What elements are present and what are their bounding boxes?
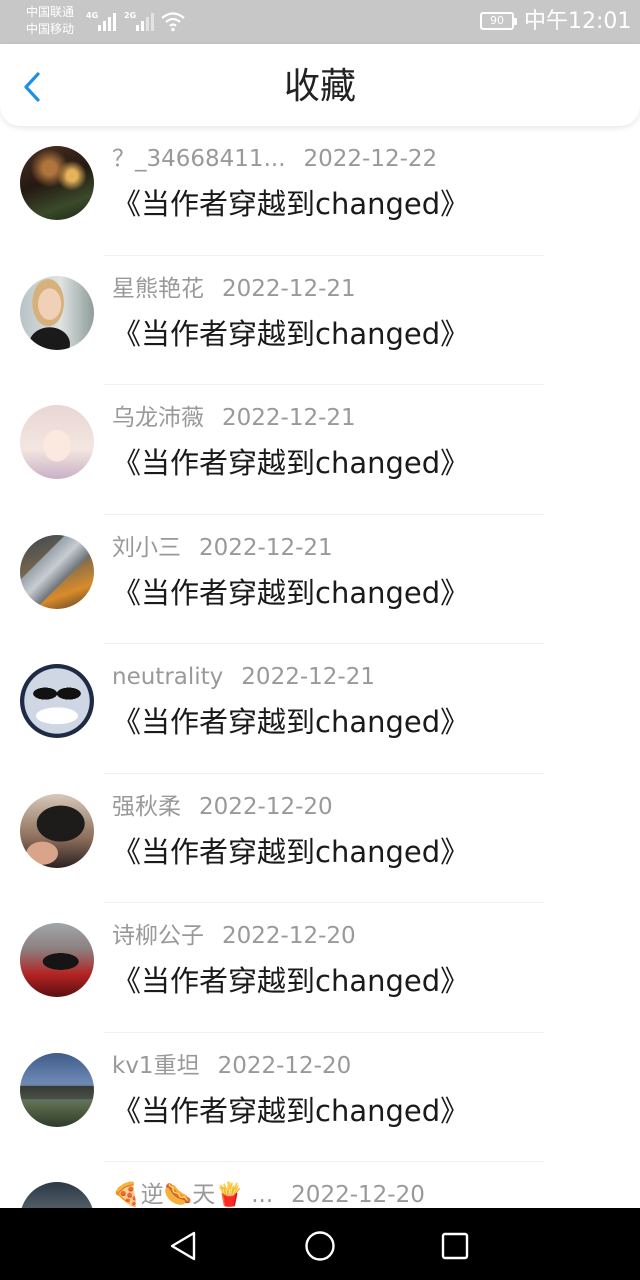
app-header: 收藏	[0, 44, 640, 126]
favorite-date: 2022-12-21	[222, 405, 356, 431]
avatar[interactable]	[20, 923, 94, 997]
item-meta: kv1重坦 2022-12-20	[112, 1049, 351, 1083]
username[interactable]: ？_34668411...	[112, 142, 286, 176]
avatar[interactable]	[20, 534, 94, 609]
username[interactable]: 诗柳公子	[112, 919, 204, 953]
username[interactable]: neutrality	[112, 660, 223, 694]
item-meta: 星熊艳花 2022-12-21	[112, 272, 356, 306]
username[interactable]: 🍕逆🌭天🍟 ...	[112, 1178, 273, 1208]
item-meta: 刘小三 2022-12-21	[112, 531, 333, 565]
list-item[interactable]: 诗柳公子 2022-12-20 《当作者穿越到changed》	[0, 903, 640, 1033]
item-meta: 乌龙沛薇 2022-12-21	[112, 401, 356, 435]
avatar[interactable]	[20, 405, 94, 479]
wifi-icon	[161, 12, 185, 32]
status-bar: 中国联通 中国移动 4G 2G 90 中午12:01	[0, 0, 640, 44]
carrier-1: 中国联通	[26, 5, 75, 19]
favorite-date: 2022-12-20	[217, 1052, 352, 1079]
avatar[interactable]	[20, 146, 94, 220]
avatar[interactable]	[20, 793, 94, 868]
battery-icon: 90	[480, 12, 517, 30]
page-title: 收藏	[283, 66, 356, 107]
avatar[interactable]	[20, 275, 94, 350]
book-title[interactable]: 《当作者穿越到changed》	[112, 832, 469, 872]
list-item[interactable]: 星熊艳花 2022-12-21 《当作者穿越到changed》	[0, 256, 640, 385]
item-meta: 🍕逆🌭天🍟 ... 2022-12-20	[112, 1178, 425, 1208]
list-item[interactable]: neutrality 2022-12-21 《当作者穿越到changed》	[0, 644, 640, 774]
carrier-2: 中国移动	[26, 22, 75, 36]
triangle-back-icon[interactable]	[163, 1226, 203, 1266]
list-item[interactable]: ？_34668411... 2022-12-22 《当作者穿越到changed》	[0, 126, 640, 256]
book-title[interactable]: 《当作者穿越到changed》	[112, 961, 469, 1001]
book-title[interactable]: 《当作者穿越到changed》	[112, 1091, 469, 1131]
avatar[interactable]	[20, 664, 94, 738]
book-title[interactable]: 《当作者穿越到changed》	[112, 573, 469, 613]
system-nav-bar	[0, 1208, 640, 1280]
book-title[interactable]: 《当作者穿越到changed》	[112, 443, 469, 483]
book-title[interactable]: 《当作者穿越到changed》	[112, 702, 469, 742]
username[interactable]: 刘小三	[112, 531, 181, 565]
signal-2-icon: 2G	[124, 11, 158, 31]
square-recent-icon[interactable]	[435, 1226, 475, 1266]
avatar[interactable]	[20, 1052, 94, 1127]
book-title[interactable]: 《当作者穿越到changed》	[112, 314, 469, 354]
status-time: 中午12:01	[524, 9, 632, 34]
favorite-date: 2022-12-20	[199, 793, 333, 820]
list-item[interactable]: 强秋柔 2022-12-20 《当作者穿越到changed》	[0, 774, 640, 903]
username[interactable]: kv1重坦	[112, 1049, 200, 1083]
signal-1-icon: 4G	[86, 11, 120, 31]
username[interactable]: 乌龙沛薇	[112, 401, 204, 435]
list-item[interactable]: kv1重坦 2022-12-20 《当作者穿越到changed》	[0, 1033, 640, 1162]
username[interactable]: 星熊艳花	[112, 272, 204, 306]
favorite-date: 2022-12-20	[222, 923, 356, 949]
favorite-date: 2022-12-21	[241, 664, 375, 690]
favorite-date: 2022-12-21	[199, 534, 333, 561]
favorite-date: 2022-12-20	[291, 1182, 425, 1208]
carrier-info: 中国联通 中国移动	[26, 4, 74, 38]
favorites-list[interactable]: ？_34668411... 2022-12-22 《当作者穿越到changed》 …	[0, 126, 640, 1208]
circle-home-icon[interactable]	[300, 1226, 340, 1266]
item-meta: ？_34668411... 2022-12-22	[112, 142, 437, 176]
username[interactable]: 强秋柔	[112, 790, 181, 824]
book-title[interactable]: 《当作者穿越到changed》	[112, 184, 469, 224]
item-meta: 诗柳公子 2022-12-20	[112, 919, 356, 953]
list-item[interactable]: 🍕逆🌭天🍟 ... 2022-12-20	[0, 1162, 640, 1208]
avatar[interactable]	[20, 1182, 94, 1208]
favorite-date: 2022-12-22	[303, 146, 438, 172]
item-meta: neutrality 2022-12-21	[112, 660, 375, 694]
favorite-date: 2022-12-21	[222, 275, 356, 302]
list-item[interactable]: 刘小三 2022-12-21 《当作者穿越到changed》	[0, 515, 640, 644]
item-meta: 强秋柔 2022-12-20	[112, 790, 333, 824]
list-item[interactable]: 乌龙沛薇 2022-12-21 《当作者穿越到changed》	[0, 385, 640, 515]
